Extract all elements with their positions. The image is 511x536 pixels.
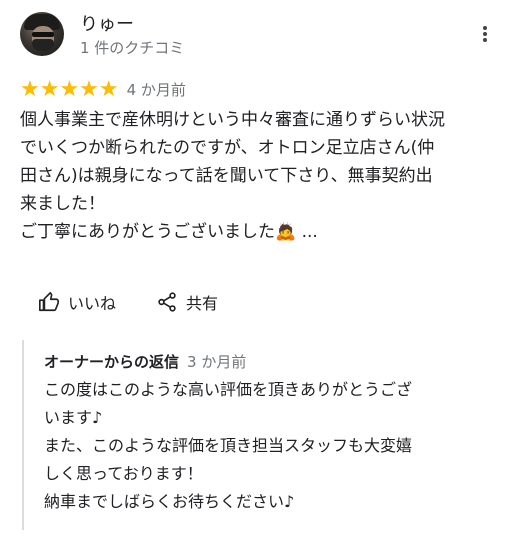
review-actions: いいね 共有 [38,288,258,316]
reviewer-name[interactable]: りゅー [80,14,134,36]
thumbs-up-icon [39,292,59,312]
avatar-glasses [32,32,54,37]
like-button[interactable]: いいね [38,290,116,314]
owner-reply-text: この度はこのような高い評価を頂きありがとうござ います♪ また、このような評価を… [44,380,413,511]
reviewer-review-count: 1 件のクチコミ [80,39,185,57]
owner-reply-header: オーナーからの返信 3 か月前 [44,350,246,374]
review-date: 4 か月前 [126,81,186,99]
owner-reply: オーナーからの返信 3 か月前 この度はこのような高い評価を頂きありがとうござ い… [22,340,502,530]
owner-reply-date: 3 か月前 [187,353,247,371]
review-header: りゅー 1 件のクチコミ [20,12,500,62]
rating-row: ★★★★★ 4 か月前 [20,78,186,102]
review-text: 個人事業主で産休明けという中々審査に通りずらい状況 でいくつか断られたのですが、… [20,110,445,242]
owner-reply-label: オーナーからの返信 [44,353,180,371]
more-options-icon[interactable] [475,24,495,48]
share-button[interactable]: 共有 [156,290,218,314]
share-icon [158,292,176,312]
like-label: いいね [68,294,117,313]
avatar-mask [32,39,54,51]
avatar[interactable] [20,12,64,56]
share-label: 共有 [186,294,219,313]
star-rating: ★★★★★ [20,77,119,102]
